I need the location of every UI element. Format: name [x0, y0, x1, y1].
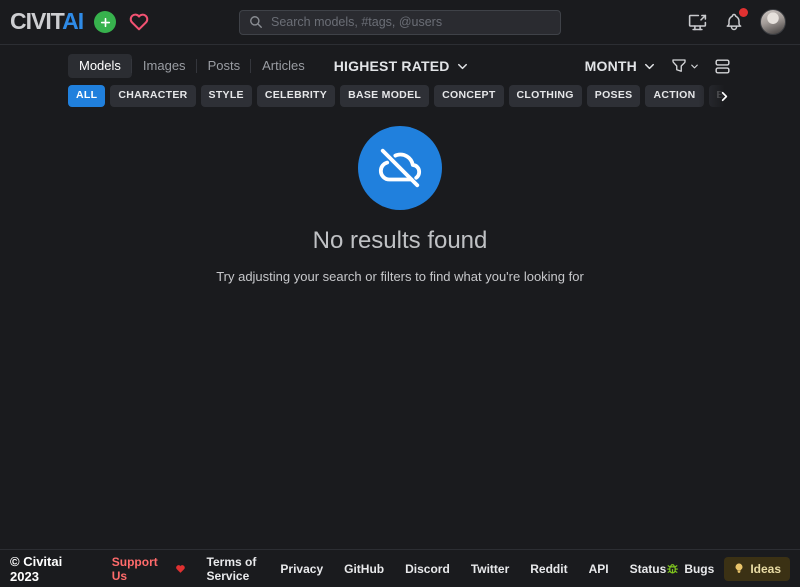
content-tab[interactable]: Posts — [197, 54, 252, 78]
footer-link-list: Terms of Service Privacy GitHub Discord Twit… — [207, 555, 667, 583]
period-dropdown[interactable]: MONTH — [585, 58, 657, 74]
copyright: © Civitai 2023 — [10, 554, 88, 584]
bugs-label: Bugs — [684, 562, 714, 576]
main-content: ModelsImagesPostsArticles HIGHEST RATED … — [68, 53, 732, 284]
toolbar-right: MONTH — [585, 57, 732, 76]
category-chip[interactable]: CLOTHING — [509, 85, 582, 107]
footer-link[interactable]: Discord — [405, 562, 450, 576]
category-chips: ALLCHARACTER STYLECELEBRITYBASE MODELCONC… — [68, 85, 732, 107]
empty-state-graphic — [358, 126, 442, 210]
layout-toggle-button[interactable] — [713, 57, 732, 76]
ideas-button[interactable]: Ideas — [724, 557, 790, 581]
empty-state-title: No results found — [313, 227, 488, 255]
footer-link[interactable]: Twitter — [471, 562, 509, 576]
category-chip[interactable]: CHARACTER — [110, 85, 195, 107]
feed-toolbar: ModelsImagesPostsArticles HIGHEST RATED … — [68, 53, 732, 79]
filter-icon — [670, 57, 688, 75]
support-button[interactable] — [128, 11, 150, 33]
category-chip[interactable]: STYLE — [201, 85, 252, 107]
footer-link[interactable]: Terms of Service — [207, 555, 260, 583]
user-avatar[interactable] — [760, 9, 786, 35]
chevron-down-icon — [642, 59, 657, 74]
category-chip[interactable]: CELEBRITY — [257, 85, 335, 107]
category-filter-row: ALLCHARACTER STYLECELEBRITYBASE MODELCONC… — [68, 85, 732, 107]
heart-icon — [175, 563, 186, 575]
logo-ai: AI — [62, 8, 83, 34]
filters-dropdown[interactable] — [670, 57, 700, 75]
sort-label: HIGHEST RATED — [334, 58, 450, 74]
bug-icon — [666, 562, 679, 575]
sort-dropdown[interactable]: HIGHEST RATED — [334, 58, 470, 74]
ideas-label: Ideas — [750, 562, 781, 576]
content-tab[interactable]: Articles — [251, 54, 316, 78]
chevron-down-icon — [689, 61, 700, 72]
chips-scroll-right-button[interactable] — [698, 85, 732, 107]
category-chip[interactable]: ALL — [68, 85, 105, 107]
footer-link[interactable]: GitHub — [344, 562, 384, 576]
create-button[interactable] — [94, 11, 116, 33]
search-icon — [249, 15, 263, 29]
content-tab[interactable]: Images — [132, 54, 197, 78]
support-us-link[interactable]: Support Us — [112, 555, 186, 583]
footer-link[interactable]: API — [589, 562, 609, 576]
screen-share-button[interactable] — [687, 12, 708, 33]
category-chip[interactable]: CONCEPT — [434, 85, 503, 107]
period-label: MONTH — [585, 58, 637, 74]
footer-link[interactable]: Privacy — [280, 562, 323, 576]
civitai-logo[interactable]: CIVITAI — [10, 10, 83, 34]
category-chip[interactable]: BASE MODEL — [340, 85, 429, 107]
layout-rows-icon — [713, 57, 732, 76]
content-tab[interactable]: Models — [68, 54, 132, 78]
search-input[interactable] — [271, 15, 551, 29]
footer-link[interactable]: Reddit — [530, 562, 567, 576]
content-tabs: ModelsImagesPostsArticles — [68, 54, 316, 78]
search-bar[interactable] — [239, 10, 561, 35]
notification-dot — [739, 8, 748, 17]
footer-right: Bugs Ideas — [666, 557, 790, 581]
lightbulb-icon — [733, 562, 745, 575]
support-us-label: Support Us — [112, 555, 171, 583]
screen-share-icon — [687, 12, 708, 33]
category-chip[interactable]: POSES — [587, 85, 641, 107]
notifications-button[interactable] — [724, 12, 744, 32]
header: CIVITAI — [0, 0, 800, 45]
logo-civit: CIVIT — [10, 8, 62, 34]
heart-icon — [128, 11, 150, 33]
bugs-button[interactable]: Bugs — [666, 562, 714, 576]
plus-icon — [99, 16, 112, 29]
empty-state: No results found Try adjusting your sear… — [68, 126, 732, 284]
footer-links: Support Us Terms of Service Privacy GitHub… — [112, 555, 667, 583]
chevron-down-icon — [455, 59, 470, 74]
cloud-off-icon — [377, 145, 423, 191]
footer: © Civitai 2023 Support Us Terms of Servi… — [0, 549, 800, 587]
footer-link[interactable]: Status — [630, 562, 667, 576]
chevron-right-icon — [717, 89, 732, 104]
header-actions — [687, 9, 786, 35]
logo-text: CIVITAI — [10, 8, 83, 34]
category-chip[interactable]: ACTION — [645, 85, 703, 107]
empty-state-subtitle: Try adjusting your search or filters to … — [216, 269, 584, 284]
